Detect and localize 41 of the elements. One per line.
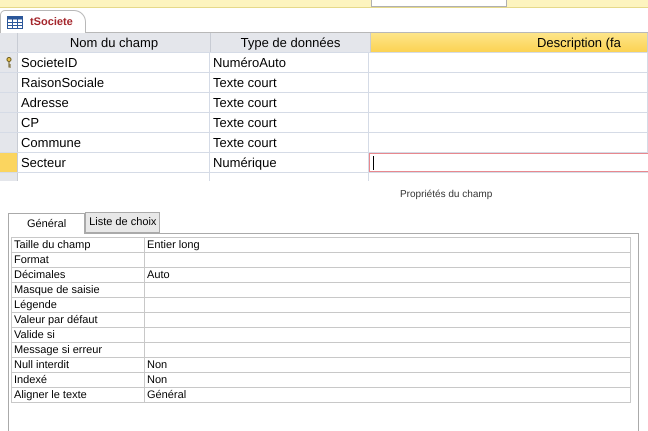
column-header[interactable]: Nom du champ bbox=[18, 33, 211, 52]
table-cell: Commune bbox=[18, 133, 210, 152]
property-label: Valeur par défaut bbox=[12, 313, 145, 328]
table-cell: NuméroAuto bbox=[210, 53, 369, 72]
table-cell: Adresse bbox=[18, 93, 210, 112]
table-cell: CP bbox=[18, 113, 210, 132]
section-title: Propriétés du champ bbox=[400, 189, 494, 200]
table-cell: Texte court bbox=[210, 133, 369, 152]
table-cell: SocieteID bbox=[18, 53, 210, 72]
input-field[interactable] bbox=[369, 153, 648, 172]
table-cell: Numérique bbox=[210, 153, 369, 172]
tab-label: tSociete bbox=[30, 16, 73, 28]
property-value[interactable]: Non bbox=[145, 373, 630, 388]
column-header[interactable]: Description (fa bbox=[371, 33, 648, 52]
row-selector[interactable] bbox=[0, 53, 18, 72]
input-field[interactable] bbox=[371, 0, 507, 7]
property-label: Légende bbox=[12, 298, 145, 313]
table-icon bbox=[7, 16, 23, 28]
property-label: Indexé bbox=[12, 373, 145, 388]
property-value[interactable]: Entier long bbox=[145, 238, 630, 253]
property-label: Valide si bbox=[12, 328, 145, 343]
tab[interactable]: Liste de choix bbox=[85, 212, 160, 233]
key-icon bbox=[6, 57, 12, 68]
table-cell: Texte court bbox=[210, 73, 369, 92]
table-cell: Secteur bbox=[18, 153, 210, 172]
property-label: Taille du champ bbox=[12, 238, 145, 253]
property-label: Format bbox=[12, 253, 145, 268]
property-value[interactable]: Non bbox=[145, 358, 630, 373]
property-label: Message si erreur bbox=[12, 343, 145, 358]
document-tab[interactable]: tSociete bbox=[0, 10, 86, 33]
property-label: Aligner le texte bbox=[12, 388, 145, 403]
property-label: Décimales bbox=[12, 268, 145, 283]
table-cell: RaisonSociale bbox=[18, 73, 210, 92]
property-label: Masque de saisie bbox=[12, 283, 145, 298]
column-header[interactable]: Type de données bbox=[211, 33, 371, 52]
property-value[interactable]: Général bbox=[145, 388, 630, 403]
table-cell: Texte court bbox=[210, 93, 369, 112]
table-cell: Texte court bbox=[210, 113, 369, 132]
property-value[interactable]: Auto bbox=[145, 268, 630, 283]
tab[interactable]: Général bbox=[8, 213, 86, 234]
property-label: Null interdit bbox=[12, 358, 145, 373]
